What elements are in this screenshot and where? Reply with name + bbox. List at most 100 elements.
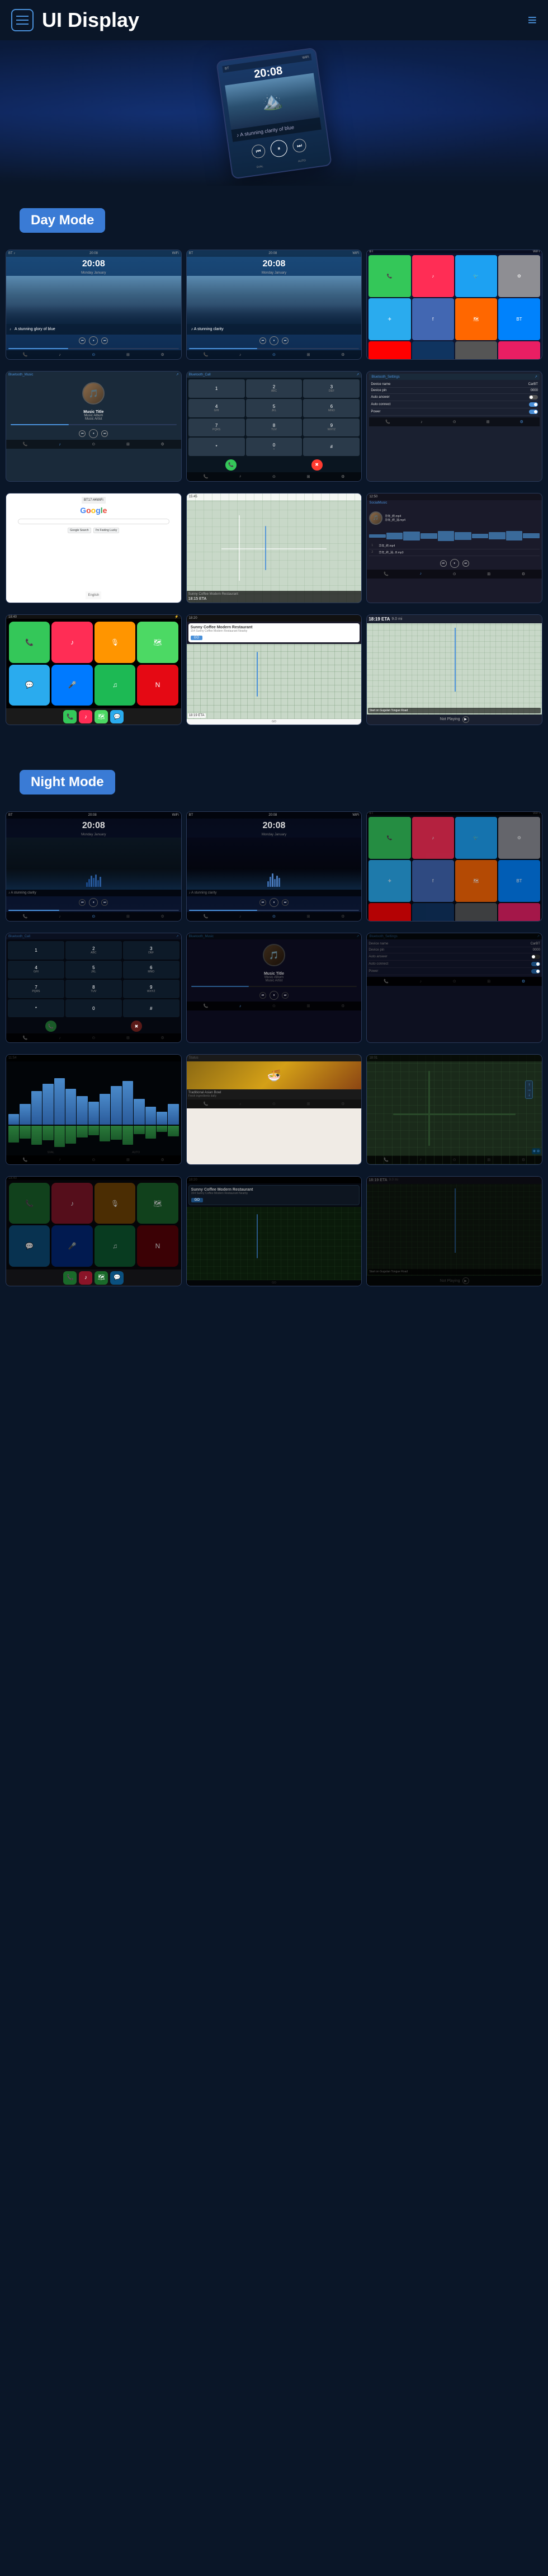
night-call-button[interactable]: 📞 (45, 1021, 56, 1032)
nav-s4[interactable]: ⊞ (486, 420, 490, 424)
night-apps-screen[interactable]: BTWiFi 📞 ♪ 🐦 ⚙ ✈ f 🗺 BT ▶ 📡 📷 ❤ (366, 811, 542, 922)
night-settings-app[interactable]: ⚙ (498, 817, 540, 859)
nav-s2[interactable]: ♪ (421, 420, 423, 424)
night-key-4[interactable]: 4GHI (8, 961, 64, 979)
cp-play-btn[interactable]: ▶ (462, 716, 469, 723)
nav-bt-1[interactable]: ⚙ (160, 352, 164, 357)
cp-phone[interactable]: 📞 (9, 622, 50, 662)
day-apps-screen[interactable]: BTWiFi 📞 ♪ 🐦 ⚙ ✈ f 🗺 BT ▶ 📡 📷 ❤ (366, 250, 542, 360)
night-key-3[interactable]: 3DEF (123, 941, 179, 960)
settings-app[interactable]: ⚙ (498, 255, 540, 297)
night-nav-btn-2[interactable]: ⊖ (537, 1149, 540, 1153)
night-nav-eq1[interactable]: 📞 (23, 1158, 28, 1162)
night-nav-mu2[interactable]: ♪ (239, 1004, 242, 1008)
night-cp-maps[interactable]: 🗺 (137, 1183, 178, 1224)
night-key-1[interactable]: 1 (8, 941, 64, 960)
night-prev-2[interactable]: ⏮ (259, 899, 266, 906)
night-home-screen-2[interactable]: BT20:08WiFi 20:08 Monday January ♪ A stu… (186, 811, 362, 922)
day-music-screen[interactable]: Bluetooth_Music ↗ 🎵 Music Title Music Al… (6, 371, 182, 481)
night-cp-spotify[interactable]: ♫ (95, 1225, 135, 1266)
day-home-screen-1[interactable]: BT ♪20:08WiFi 20:08 Monday January ♪ A s… (6, 250, 182, 360)
key-0[interactable]: 0+ (246, 438, 303, 456)
next-button[interactable]: ⏭ (292, 138, 307, 153)
carplay-nav-screen[interactable]: 18:20 Sunny Coffee Modern Restaurant 154… (186, 614, 362, 725)
night-app-9[interactable]: 📡 (412, 903, 454, 921)
night-nav-set1[interactable]: 📞 (384, 979, 389, 984)
key-6[interactable]: 6MNO (303, 399, 360, 417)
night-nav-1[interactable]: 📞 (23, 914, 28, 919)
nav-s5[interactable]: ⚙ (520, 420, 523, 424)
night-nav-ph2[interactable]: ♪ (59, 1036, 61, 1040)
nav-phone-2[interactable]: 📞 (203, 352, 208, 357)
nav-s3[interactable]: ⊙ (453, 420, 456, 424)
key-hash[interactable]: # (303, 438, 360, 456)
night-end-call-button[interactable]: ✖ (131, 1021, 142, 1032)
night-home-screen-1[interactable]: BT20:08WiFi 20:08 Monday January ♪ A (6, 811, 182, 922)
night-twitter-app[interactable]: 🐦 (455, 817, 497, 859)
night-phone-screen[interactable]: Bluetooth_Call ↗ 1 2ABC 3DEF 4GHI 5JKL 6… (6, 933, 182, 1043)
night-nav-6[interactable]: 📞 (203, 914, 208, 919)
play-1[interactable]: ⏸ (89, 336, 98, 345)
night-carplay-music-screen[interactable]: 18:19 ETA 9.0 mi Start on Gugulan Tongue… (366, 1176, 542, 1286)
night-play-2[interactable]: ⏸ (270, 898, 278, 907)
cp-music[interactable]: ♪ (51, 622, 92, 662)
key-2[interactable]: 2ABC (246, 379, 303, 398)
google-search-btn[interactable]: Google Search (68, 528, 91, 533)
cp-spotify[interactable]: ♫ (95, 665, 135, 706)
key-star[interactable]: * (188, 438, 245, 456)
night-cp-podcasts[interactable]: 🎙 (95, 1183, 135, 1224)
night-nav-ph5[interactable]: ⚙ (160, 1036, 164, 1040)
key-8[interactable]: 8TUV (246, 419, 303, 437)
nav-music-2[interactable]: ♪ (239, 353, 242, 357)
key-3[interactable]: 3DEF (303, 379, 360, 398)
nav-l4[interactable]: ⊞ (487, 572, 490, 576)
nav-s1[interactable]: 📞 (385, 420, 390, 424)
night-key-2[interactable]: 2ABC (65, 941, 122, 960)
night-nav-eq3[interactable]: ⊙ (92, 1158, 95, 1162)
nav-p5[interactable]: ⚙ (341, 474, 344, 479)
night-eq-screen[interactable]: 11:54 (6, 1054, 182, 1164)
music-app[interactable]: ♪ (412, 255, 454, 297)
night-go-button[interactable]: GO (191, 1198, 203, 1202)
night-cp-dock-music[interactable]: ♪ (79, 1271, 92, 1285)
night-nav-eq2[interactable]: ♪ (59, 1158, 61, 1162)
night-nav-mu3[interactable]: ⊙ (272, 1004, 276, 1008)
nav-apps-1[interactable]: ⊞ (126, 352, 130, 357)
night-food-screen[interactable]: Status 🍜 Traditional Asian Bowl Fresh in… (186, 1054, 362, 1164)
night-nav-8[interactable]: ⊙ (272, 914, 276, 919)
music-next-day[interactable]: ⏭ (101, 430, 108, 437)
cp-podcasts[interactable]: 🎙 (95, 622, 135, 662)
local-next[interactable]: ⏭ (462, 560, 469, 567)
key-5[interactable]: 5JKL (246, 399, 303, 417)
menu-icon[interactable]: ≡ (528, 11, 537, 29)
call-button[interactable]: 📞 (225, 459, 237, 471)
night-prev-1[interactable]: ⏮ (79, 899, 86, 906)
cp-netflix[interactable]: N (137, 665, 178, 706)
telegram-app[interactable]: ✈ (369, 298, 410, 340)
cp-dock-phone[interactable]: 📞 (63, 710, 77, 723)
night-music-screen[interactable]: Bluetooth_Music ↗ 🎵 Music Title Music Al… (186, 933, 362, 1043)
local-track-item-2[interactable]: 2 华年_终_消...B.mp3 (369, 549, 540, 556)
nav-m1[interactable]: 📞 (23, 442, 28, 446)
night-bt-app[interactable]: BT (498, 860, 540, 902)
nav-home-1[interactable]: ⊙ (92, 352, 95, 357)
camera-app[interactable]: 📷 (455, 341, 497, 359)
night-next-1[interactable]: ⏭ (101, 899, 108, 906)
twitter-app[interactable]: 🐦 (455, 255, 497, 297)
night-nav-3[interactable]: ⊙ (92, 914, 95, 919)
night-road-screen[interactable]: 18:01 ↑ → ↓ ⊕ (366, 1054, 542, 1164)
day-local-music-screen[interactable]: 12:50 SocialMusic 🎵 华年_终.mp4 华年_终_消.mp4 (366, 493, 542, 603)
night-nav-mu5[interactable]: ⚙ (341, 1004, 344, 1008)
prev-2[interactable]: ⏮ (259, 337, 266, 344)
nav-home-2[interactable]: ⊙ (272, 352, 276, 357)
night-phone-app[interactable]: 📞 (369, 817, 410, 859)
prev-1[interactable]: ⏮ (79, 337, 86, 344)
nav-m2[interactable]: ♪ (59, 443, 61, 446)
nav-l3[interactable]: ⊙ (453, 572, 456, 576)
night-auto-answer-toggle[interactable] (531, 955, 540, 959)
cp-siri[interactable]: 🎤 (51, 665, 92, 706)
music-prev-day[interactable]: ⏮ (79, 430, 86, 437)
go-button[interactable]: GO (191, 636, 202, 640)
app-9[interactable]: 📡 (412, 341, 454, 359)
night-nav-f1[interactable]: 📞 (203, 1102, 208, 1106)
